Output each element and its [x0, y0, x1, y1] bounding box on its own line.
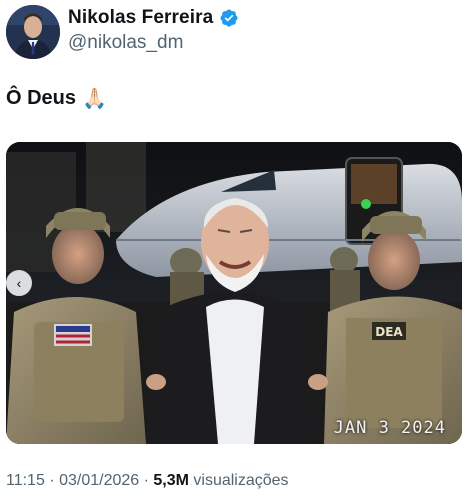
avatar[interactable] — [6, 5, 60, 59]
author-block: Nikolas Ferreira @nikolas_dm — [68, 7, 239, 54]
post-date[interactable]: 03/01/2026 — [59, 472, 139, 489]
views-count[interactable]: 5,3M — [153, 472, 189, 489]
author-handle[interactable]: @nikolas_dm — [68, 32, 239, 54]
carousel-prev-button[interactable]: ‹ — [6, 270, 32, 296]
views-label: visualizações — [188, 472, 289, 489]
verified-badge-icon — [219, 8, 239, 28]
meta-separator: · — [139, 472, 154, 489]
praying-hands-icon: 🙏🏻 — [82, 87, 107, 110]
meta-separator: · — [44, 472, 60, 489]
post-text: Ô Deus 🙏🏻 — [6, 87, 107, 110]
display-name[interactable]: Nikolas Ferreira — [68, 7, 213, 29]
photo-date-stamp: JAN 3 2024 — [333, 418, 446, 438]
post-text-body: Ô Deus — [6, 87, 77, 109]
post-meta: 11:15 · 03/01/2026 · 5,3M visualizações — [6, 472, 289, 490]
dea-patch: DEA — [375, 325, 403, 339]
post-time[interactable]: 11:15 — [6, 472, 45, 489]
post-header: Nikolas Ferreira @nikolas_dm — [6, 5, 466, 61]
display-name-row: Nikolas Ferreira — [68, 7, 239, 29]
post-media-image[interactable]: DEA JAN 3 2024 — [6, 142, 462, 444]
chevron-left-icon: ‹ — [16, 275, 22, 291]
